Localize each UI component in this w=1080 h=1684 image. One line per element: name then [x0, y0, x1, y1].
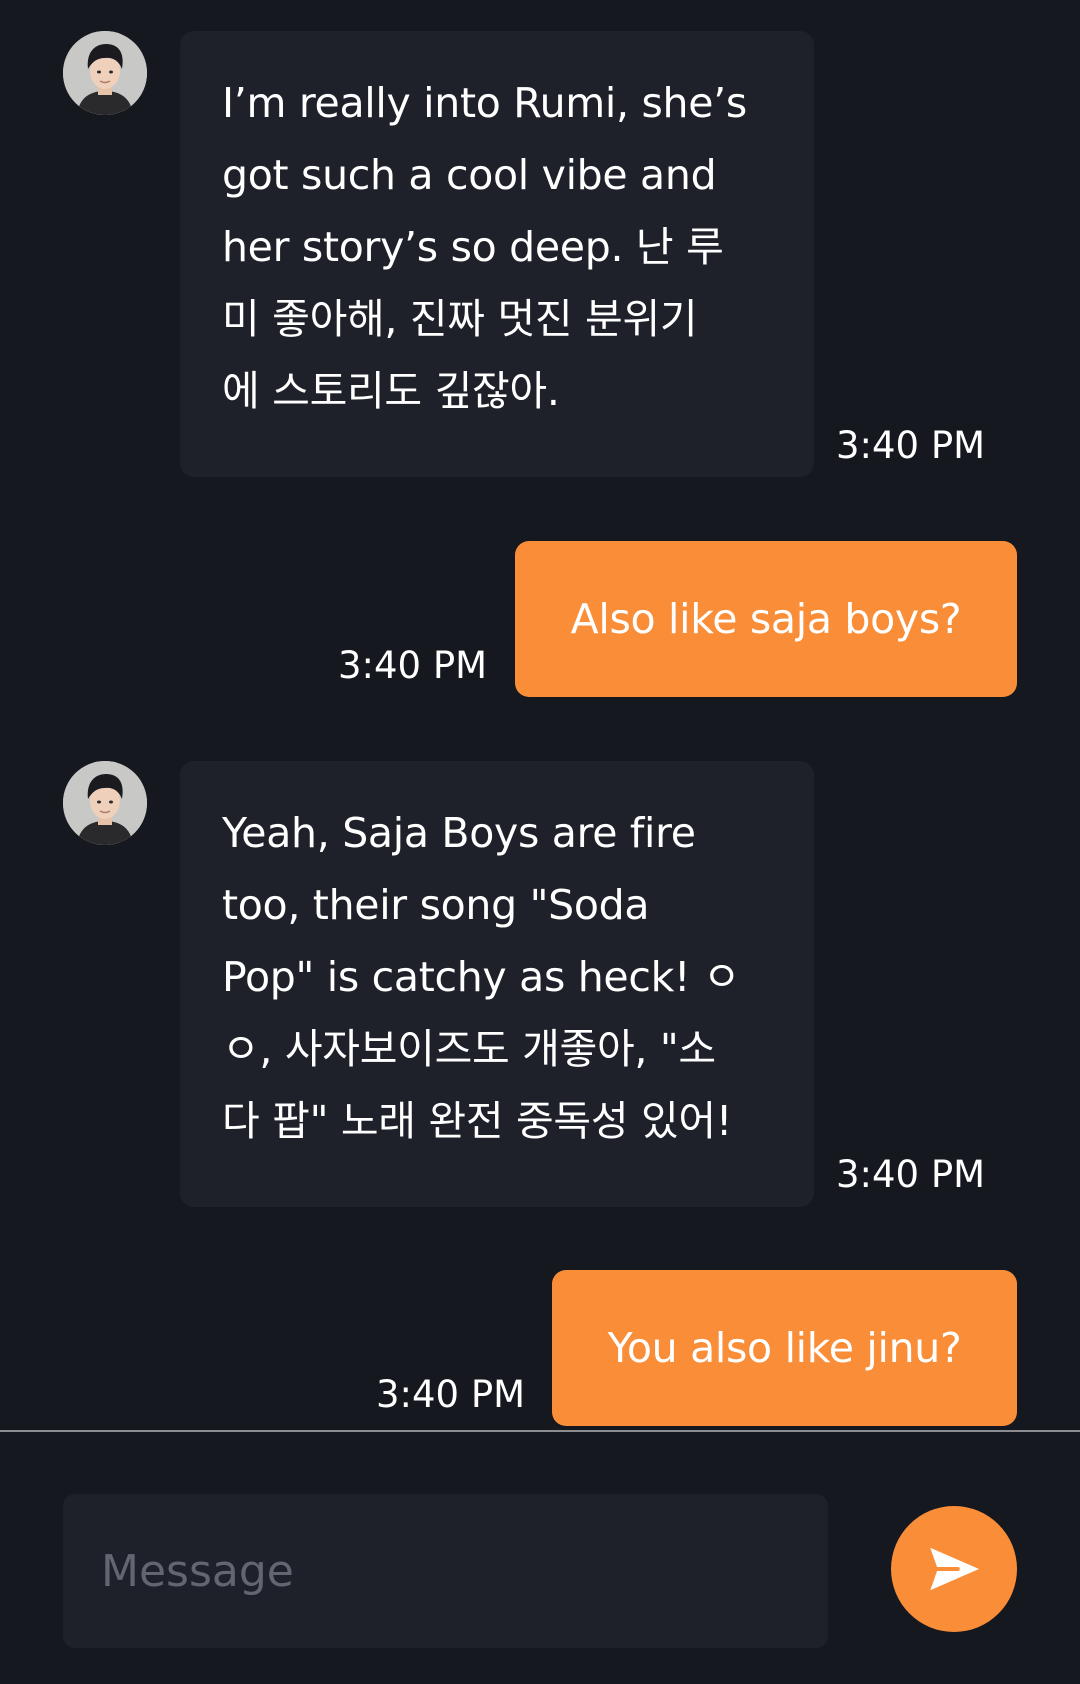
message-timestamp: 3:40 PM [836, 1153, 986, 1196]
send-icon [930, 1547, 979, 1591]
message-text: Yeah, Saja Boys are fire too, their song… [222, 809, 741, 1145]
avatar-portrait-icon [63, 31, 147, 115]
message-input[interactable] [63, 1494, 828, 1648]
avatar-portrait-icon [63, 761, 147, 845]
chat-message-list[interactable]: I’m really into Rumi, she’s got such a c… [0, 0, 1080, 1430]
message-timestamp: 3:40 PM [376, 1373, 526, 1416]
send-button[interactable] [891, 1506, 1017, 1632]
bot-avatar [63, 31, 147, 115]
bot-message-bubble: I’m really into Rumi, she’s got such a c… [180, 31, 814, 477]
user-message-bubble: You also like jinu? [552, 1270, 1017, 1426]
message-text: Also like saja boys? [570, 595, 962, 643]
message-text: I’m really into Rumi, she’s got such a c… [222, 79, 747, 415]
bot-message-bubble: Yeah, Saja Boys are fire too, their song… [180, 761, 814, 1207]
message-timestamp: 3:40 PM [338, 644, 488, 687]
message-composer [0, 1432, 1080, 1684]
user-message-bubble: Also like saja boys? [515, 541, 1017, 697]
bot-avatar [63, 761, 147, 845]
message-timestamp: 3:40 PM [836, 424, 986, 467]
message-text: You also like jinu? [607, 1324, 962, 1372]
